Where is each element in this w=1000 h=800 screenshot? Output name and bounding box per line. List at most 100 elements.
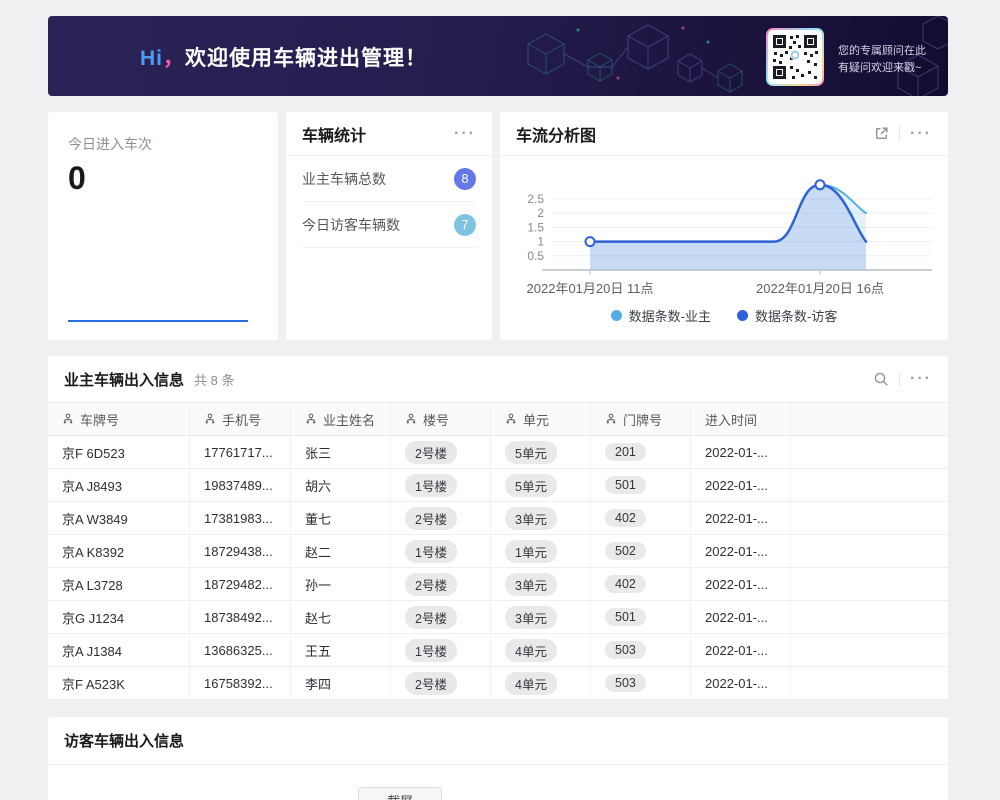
more-icon[interactable]: ··· bbox=[910, 371, 932, 387]
vehicle-stats-title: 车辆统计 bbox=[302, 122, 366, 146]
table-row: 京F 6D52317761717...张三2号楼5单元2012022-01-..… bbox=[48, 436, 948, 469]
cell-time: 2022-01-... bbox=[691, 469, 791, 501]
legend-dot-owner bbox=[611, 310, 622, 321]
cell-phone: 18729438... bbox=[190, 535, 291, 567]
tag-pill: 503 bbox=[605, 641, 646, 659]
tag-pill: 2号楼 bbox=[405, 573, 457, 596]
field-type-icon bbox=[204, 413, 216, 425]
cell-door: 503 bbox=[591, 667, 691, 699]
column-header-unit[interactable]: 单元 bbox=[491, 403, 591, 435]
cell-time: 2022-01-... bbox=[691, 568, 791, 600]
column-header-time[interactable]: 进入时间 bbox=[691, 403, 791, 435]
cell-name: 胡六 bbox=[291, 469, 391, 501]
column-header-empty[interactable] bbox=[791, 403, 948, 435]
cell-door: 501 bbox=[591, 469, 691, 501]
cell-building: 1号楼 bbox=[391, 469, 491, 501]
cell-phone: 17381983... bbox=[190, 502, 291, 534]
column-label: 楼号 bbox=[423, 410, 449, 429]
tag-pill: 3单元 bbox=[505, 507, 557, 530]
legend-item-owner[interactable]: 数据条数-业主 bbox=[611, 306, 711, 325]
x-axis-label-start: 2022年01月20日 11点 bbox=[527, 278, 654, 297]
cell-door: 502 bbox=[591, 535, 691, 567]
tag-pill: 2号楼 bbox=[405, 507, 457, 530]
tag-pill: 2号楼 bbox=[405, 606, 457, 629]
legend-label: 数据条数-访客 bbox=[755, 306, 837, 325]
cell-plate: 京A L3728 bbox=[48, 568, 190, 600]
svg-text:2: 2 bbox=[537, 206, 544, 220]
owner-table-header: 车牌号 手机号 业主姓名 楼号 单元 门牌号 进入时间 bbox=[48, 402, 948, 436]
tag-pill: 3单元 bbox=[505, 573, 557, 596]
column-header-name[interactable]: 业主姓名 bbox=[291, 403, 391, 435]
traffic-line-chart: 0.511.522.5 bbox=[516, 158, 932, 288]
column-header-door[interactable]: 门牌号 bbox=[591, 403, 691, 435]
cell-name: 李四 bbox=[291, 667, 391, 699]
cell-unit: 5单元 bbox=[491, 436, 591, 468]
today-entries-value: 0 bbox=[68, 160, 258, 197]
tag-pill: 4单元 bbox=[505, 672, 557, 695]
cell-name: 赵二 bbox=[291, 535, 391, 567]
today-entries-card: 今日进入车次 0 bbox=[48, 112, 278, 340]
cell-empty bbox=[791, 535, 948, 567]
column-label: 车牌号 bbox=[80, 410, 119, 429]
owner-table-body: 京F 6D52317761717...张三2号楼5单元2012022-01-..… bbox=[48, 436, 948, 700]
tag-pill: 1号楼 bbox=[405, 639, 457, 662]
expand-icon[interactable] bbox=[874, 126, 889, 141]
cell-empty bbox=[791, 469, 948, 501]
cell-door: 201 bbox=[591, 436, 691, 468]
cell-plate: 京A J8493 bbox=[48, 469, 190, 501]
cell-plate: 京A W3849 bbox=[48, 502, 190, 534]
owner-vehicle-table-card: 业主车辆出入信息 共 8 条 ··· 车牌号手机号业主姓名楼号单元门牌号进入时间… bbox=[48, 356, 948, 700]
tag-pill: 5单元 bbox=[505, 441, 557, 464]
cell-time: 2022-01-... bbox=[691, 502, 791, 534]
more-icon[interactable]: ··· bbox=[910, 126, 932, 142]
cell-plate: 京G J1234 bbox=[48, 601, 190, 633]
cell-unit: 5单元 bbox=[491, 469, 591, 501]
qr-caption-line1: 您的专属顾问在此 bbox=[838, 43, 926, 60]
banner-welcome-text: 欢迎使用车辆进出管理！ bbox=[185, 47, 427, 70]
legend-label: 数据条数-业主 bbox=[629, 306, 711, 325]
cell-building: 2号楼 bbox=[391, 436, 491, 468]
qr-pattern bbox=[771, 33, 819, 81]
search-icon[interactable] bbox=[873, 371, 889, 387]
column-header-plate[interactable]: 车牌号 bbox=[48, 403, 190, 435]
zero-sparkline bbox=[68, 320, 248, 322]
column-label: 门牌号 bbox=[623, 410, 662, 429]
tag-pill: 4单元 bbox=[505, 639, 557, 662]
cell-time: 2022-01-... bbox=[691, 667, 791, 699]
more-icon[interactable]: ··· bbox=[454, 126, 476, 142]
cell-building: 2号楼 bbox=[391, 502, 491, 534]
screenshot-button[interactable]: 截屏 bbox=[358, 787, 442, 800]
tag-pill: 201 bbox=[605, 443, 646, 461]
tag-pill: 1单元 bbox=[505, 540, 557, 563]
field-type-icon bbox=[505, 413, 517, 425]
cell-unit: 4单元 bbox=[491, 667, 591, 699]
cell-building: 2号楼 bbox=[391, 568, 491, 600]
legend-item-visitor[interactable]: 数据条数-访客 bbox=[737, 306, 837, 325]
tag-pill: 3单元 bbox=[505, 606, 557, 629]
svg-text:2.5: 2.5 bbox=[527, 192, 544, 206]
cell-plate: 京F A523K bbox=[48, 667, 190, 699]
tag-pill: 2号楼 bbox=[405, 441, 457, 464]
cell-plate: 京A K8392 bbox=[48, 535, 190, 567]
qr-caption: 您的专属顾问在此 有疑问欢迎来戳~ bbox=[838, 43, 926, 77]
column-header-building[interactable]: 楼号 bbox=[391, 403, 491, 435]
cell-phone: 18738492... bbox=[190, 601, 291, 633]
column-header-phone[interactable]: 手机号 bbox=[190, 403, 291, 435]
column-label: 业主姓名 bbox=[323, 410, 375, 429]
qr-caption-line2: 有疑问欢迎来戳~ bbox=[838, 60, 926, 77]
cell-building: 2号楼 bbox=[391, 601, 491, 633]
banner-hi: Hi bbox=[140, 47, 163, 70]
cell-building: 2号楼 bbox=[391, 667, 491, 699]
column-label: 单元 bbox=[523, 410, 549, 429]
cell-time: 2022-01-... bbox=[691, 601, 791, 633]
cell-empty bbox=[791, 568, 948, 600]
cell-phone: 19837489... bbox=[190, 469, 291, 501]
cell-unit: 3单元 bbox=[491, 568, 591, 600]
dashboard-page: Hi，欢迎使用车辆进出管理！ bbox=[0, 0, 1000, 800]
svg-text:1: 1 bbox=[537, 235, 544, 249]
cell-door: 501 bbox=[591, 601, 691, 633]
cell-door: 402 bbox=[591, 568, 691, 600]
cell-name: 张三 bbox=[291, 436, 391, 468]
tag-pill: 501 bbox=[605, 608, 646, 626]
stat-row-visitor-today: 今日访客车辆数 7 bbox=[302, 202, 476, 248]
